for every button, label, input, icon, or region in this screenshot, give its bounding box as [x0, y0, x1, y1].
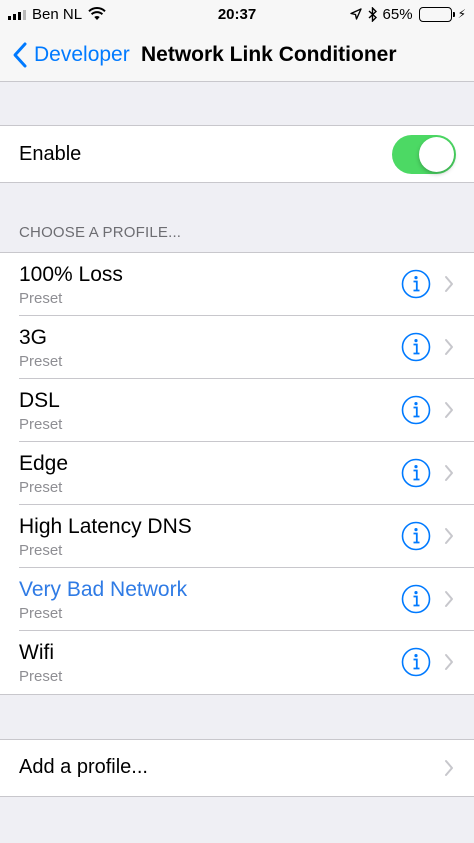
profile-subtitle: Preset — [19, 290, 63, 307]
profile-subtitle: Preset — [19, 605, 63, 622]
battery-icon — [418, 6, 455, 22]
profile-row[interactable]: Edge Preset — [0, 442, 474, 505]
info-icon[interactable] — [401, 647, 431, 677]
enable-group: Enable — [0, 125, 474, 183]
profile-subtitle: Preset — [19, 353, 63, 370]
info-icon[interactable] — [401, 458, 431, 488]
profile-row[interactable]: 100% Loss Preset — [0, 253, 474, 316]
profile-row[interactable]: DSL Preset — [0, 379, 474, 442]
profile-row[interactable]: 3G Preset — [0, 316, 474, 379]
add-profile-label: Add a profile... — [19, 756, 148, 778]
profiles-list: 100% Loss Preset 3G Preset DSL Preset Edge Pres… — [0, 252, 474, 695]
profile-name: 3G — [19, 326, 48, 349]
profile-name: 100% Loss — [19, 263, 123, 286]
navigation-bar: Developer Network Link Conditioner — [0, 28, 474, 82]
profile-name: DSL — [19, 389, 60, 412]
chevron-right-icon — [445, 339, 453, 355]
chevron-right-icon — [445, 654, 453, 670]
bluetooth-icon — [368, 6, 377, 22]
info-icon[interactable] — [401, 332, 431, 362]
page-title: Network Link Conditioner — [141, 43, 397, 66]
chevron-right-icon — [445, 591, 453, 607]
battery-percent: 65% — [382, 5, 413, 23]
enable-label: Enable — [19, 142, 82, 165]
enable-row: Enable — [0, 126, 474, 182]
add-profile-row[interactable]: Add a profile... — [0, 740, 474, 796]
profile-name: Very Bad Network — [19, 578, 188, 601]
info-icon[interactable] — [401, 395, 431, 425]
chevron-right-icon — [445, 402, 453, 418]
chevron-right-icon — [445, 465, 453, 481]
location-icon — [349, 8, 362, 20]
info-icon[interactable] — [401, 269, 431, 299]
status-right: 65% ⚡ — [349, 5, 466, 23]
signal-icon — [8, 8, 26, 20]
profile-subtitle: Preset — [19, 479, 63, 496]
profile-row[interactable]: Very Bad Network Preset — [0, 568, 474, 631]
back-button[interactable]: Developer — [10, 28, 130, 82]
status-left: Ben NL — [8, 6, 106, 23]
profile-subtitle: Preset — [19, 668, 63, 685]
profile-row[interactable]: Wifi Preset — [0, 631, 474, 694]
chevron-right-icon — [445, 276, 453, 292]
back-label: Developer — [34, 43, 130, 66]
enable-toggle[interactable] — [392, 134, 456, 174]
chevron-right-icon — [445, 528, 453, 544]
profile-row[interactable]: High Latency DNS Preset — [0, 505, 474, 568]
profile-subtitle: Preset — [19, 542, 63, 559]
profile-name: Edge — [19, 452, 69, 475]
status-bar: Ben NL 20:37 65% ⚡ — [0, 0, 474, 28]
section-header: CHOOSE A PROFILE... — [19, 224, 182, 241]
profile-name: High Latency DNS — [19, 515, 192, 538]
add-profile-group: Add a profile... — [0, 739, 474, 797]
info-icon[interactable] — [401, 521, 431, 551]
info-icon[interactable] — [401, 584, 431, 614]
carrier-label: Ben NL — [32, 5, 83, 23]
charging-icon: ⚡ — [457, 7, 466, 21]
profile-name: Wifi — [19, 641, 54, 664]
chevron-right-icon — [445, 760, 453, 776]
chevron-left-icon — [13, 42, 27, 68]
toggle-knob — [419, 136, 454, 172]
profile-subtitle: Preset — [19, 416, 63, 433]
wifi-icon — [88, 7, 106, 20]
